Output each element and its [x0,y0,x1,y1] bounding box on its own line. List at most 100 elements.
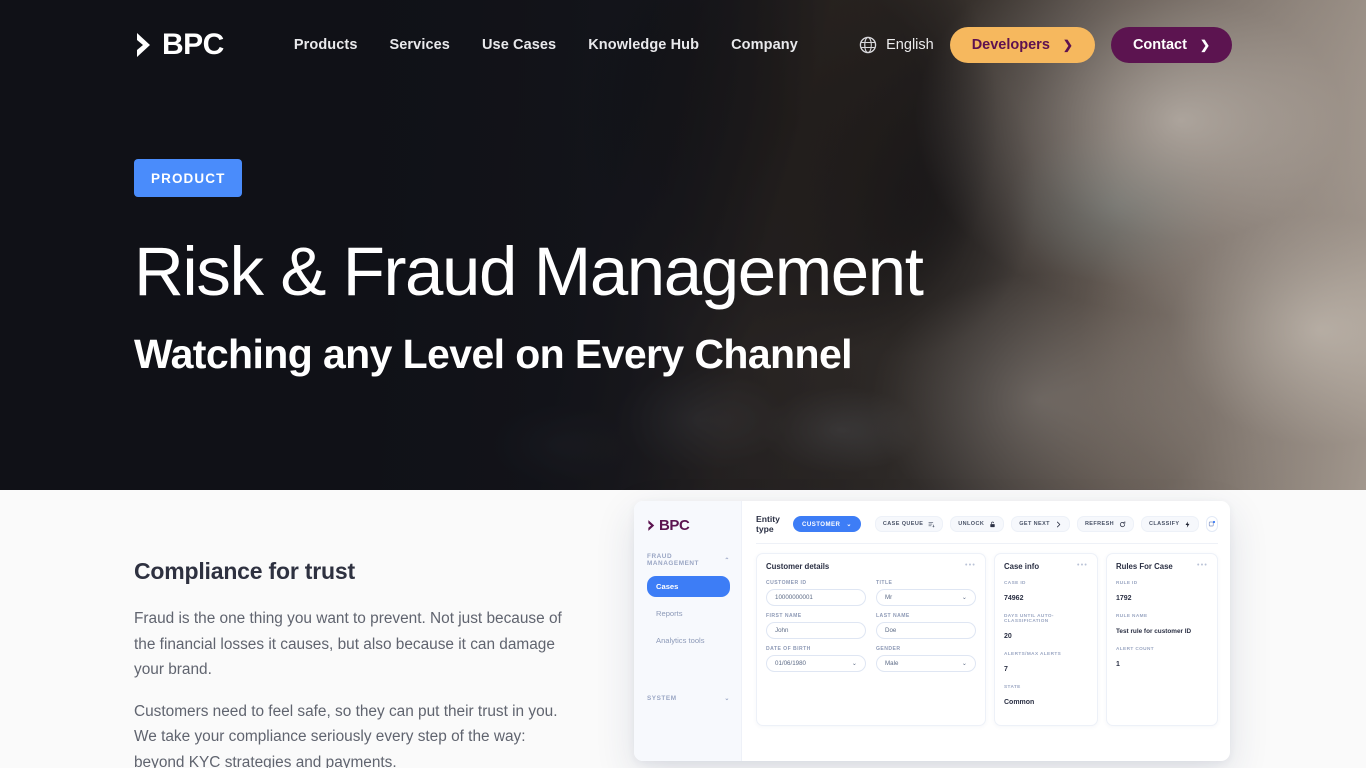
refresh-icon [1119,520,1126,527]
unlock-button[interactable]: UNLOCK [950,516,1005,532]
case-id-block: CASE ID 74962 [1004,580,1088,605]
alert-count-label: ALERT COUNT [1116,646,1154,651]
entity-type-select[interactable]: CUSTOMER ⌄ [793,516,861,532]
language-label: English [886,37,934,53]
state-value: Common [1004,699,1035,706]
mockup-panels: Customer details ••• CUSTOMER ID 1000000… [756,553,1218,726]
classify-button[interactable]: CLASSIFY [1141,516,1200,532]
refresh-button[interactable]: REFRESH [1076,516,1135,532]
main-navbar: BPC Products Services Use Cases Knowledg… [0,0,1366,90]
title-field: TITLE Mr ⌄ [876,580,976,606]
state-block: STATE Common [1004,684,1088,709]
first-name-label: FIRST NAME [766,613,802,619]
contact-button-label: Contact [1132,37,1187,53]
rule-id-value: 1792 [1116,595,1132,602]
date-of-birth-field: DATE OF BIRTH 01/06/1980 ⌄ [766,646,866,672]
card-menu-icon[interactable]: ••• [1197,562,1208,569]
mockup-brand-logo-text: BPC [659,517,690,534]
last-name-value: Doe [885,627,897,634]
alerts-max-alerts-value: 7 [1004,666,1008,673]
nav-link-services[interactable]: Services [390,37,450,53]
product-badge: PRODUCT [134,159,243,197]
form-row: DATE OF BIRTH 01/06/1980 ⌄ GENDER Male ⌄ [766,646,976,672]
case-info-card: Case info ••• CASE ID 74962 DAYS UNTIL A… [994,553,1098,726]
rules-for-case-title: Rules For Case [1116,562,1173,571]
sidebar-group-system[interactable]: SYSTEM ⌄ [647,695,730,702]
sync-button[interactable] [1206,516,1218,532]
get-next-button[interactable]: GET NEXT [1011,516,1070,532]
rules-for-case-card: Rules For Case ••• RULE ID 1792 RULE NAM… [1106,553,1218,726]
chevron-right-icon [648,520,655,531]
classify-label: CLASSIFY [1149,521,1180,527]
sidebar-item-analytics-tools[interactable]: Analytics tools [647,630,730,651]
globe-icon [859,36,877,54]
rules-for-case-header: Rules For Case ••• [1116,562,1208,571]
mockup-toolbar: Entity type CUSTOMER ⌄ CASE QUEUE UNLOCK… [756,514,1218,534]
chevron-down-icon: ⌄ [851,660,857,667]
sync-badge-icon [1209,520,1216,527]
sidebar-item-reports[interactable]: Reports [647,603,730,624]
customer-id-field: CUSTOMER ID 10000000001 [766,580,866,606]
case-info-header: Case info ••• [1004,562,1088,571]
language-selector[interactable]: English [859,36,934,54]
hero-section: BPC Products Services Use Cases Knowledg… [0,0,1366,490]
nav-link-knowledge-hub[interactable]: Knowledge Hub [588,37,699,53]
customer-id-value: 10000000001 [775,594,813,601]
developers-button-label: Developers [971,37,1050,53]
gender-label: GENDER [876,646,901,652]
brand-logo[interactable]: BPC [134,30,224,60]
state-label: STATE [1004,684,1021,689]
form-row: FIRST NAME John LAST NAME Doe [766,613,976,639]
card-menu-icon[interactable]: ••• [965,562,976,569]
rule-id-block: RULE ID 1792 [1116,580,1208,605]
date-of-birth-select[interactable]: 01/06/1980 ⌄ [766,655,866,672]
hero-copy: PRODUCT Risk & Fraud Management Watching… [134,159,924,376]
case-queue-label: CASE QUEUE [882,521,924,527]
sidebar-group-label: FRAUD MANAGEMENT [647,553,700,567]
case-queue-button[interactable]: CASE QUEUE [874,516,944,532]
chevron-down-icon: ⌄ [846,520,852,528]
title-value: Mr [885,594,893,601]
first-name-value: John [775,627,789,634]
chevron-down-icon: ⌄ [961,660,967,667]
chevron-up-icon: ⌃ [724,557,730,564]
nav-link-products[interactable]: Products [294,37,358,53]
gender-select[interactable]: Male ⌄ [876,655,976,672]
entity-type-value: CUSTOMER [802,520,841,528]
date-of-birth-value: 01/06/1980 [775,660,806,667]
mockup-brand-logo: BPC [647,517,730,534]
sidebar-group-fraud-management[interactable]: FRAUD MANAGEMENT ⌃ [647,553,730,567]
alert-count-value: 1 [1116,661,1120,668]
first-name-input[interactable]: John [766,622,866,639]
last-name-label: LAST NAME [876,613,910,619]
chevron-right-icon [137,33,150,57]
customer-id-input[interactable]: 10000000001 [766,589,866,606]
nav-link-use-cases[interactable]: Use Cases [482,37,556,53]
brand-logo-text: BPC [162,28,224,61]
section-title: Compliance for trust [134,558,355,584]
bolt-icon [1185,520,1190,528]
sidebar-item-cases[interactable]: Cases [647,576,730,597]
alerts-max-alerts-label: ALERTS/MAX ALERTS [1004,651,1062,656]
rule-name-label: RULE NAME [1116,613,1148,618]
card-menu-icon[interactable]: ••• [1077,562,1088,569]
case-info-title: Case info [1004,562,1040,571]
title-select[interactable]: Mr ⌄ [876,589,976,606]
case-id-value: 74962 [1004,595,1024,602]
section-paragraph-2: Customers need to feel safe, so they can… [134,702,558,768]
contact-button[interactable]: Contact ❯ [1110,27,1232,63]
first-name-field: FIRST NAME John [766,613,866,639]
gender-value: Male [885,660,899,667]
app-screenshot-column: BPC FRAUD MANAGEMENT ⌃ Cases Reports Ana… [634,490,1232,768]
rule-id-label: RULE ID [1116,580,1138,585]
app-screenshot-mockup: BPC FRAUD MANAGEMENT ⌃ Cases Reports Ana… [634,501,1230,761]
nav-links: Products Services Use Cases Knowledge Hu… [294,37,798,53]
developers-button[interactable]: Developers ❯ [949,27,1095,63]
days-until-auto-classification-label: DAYS UNTIL AUTO-CLASSIFICATION [1004,613,1054,623]
case-id-label: CASE ID [1004,580,1026,585]
nav-link-company[interactable]: Company [731,37,798,53]
date-of-birth-label: DATE OF BIRTH [766,646,811,652]
chevron-down-icon: ⌄ [724,696,730,702]
chevron-right-icon [1056,521,1061,527]
last-name-input[interactable]: Doe [876,622,976,639]
